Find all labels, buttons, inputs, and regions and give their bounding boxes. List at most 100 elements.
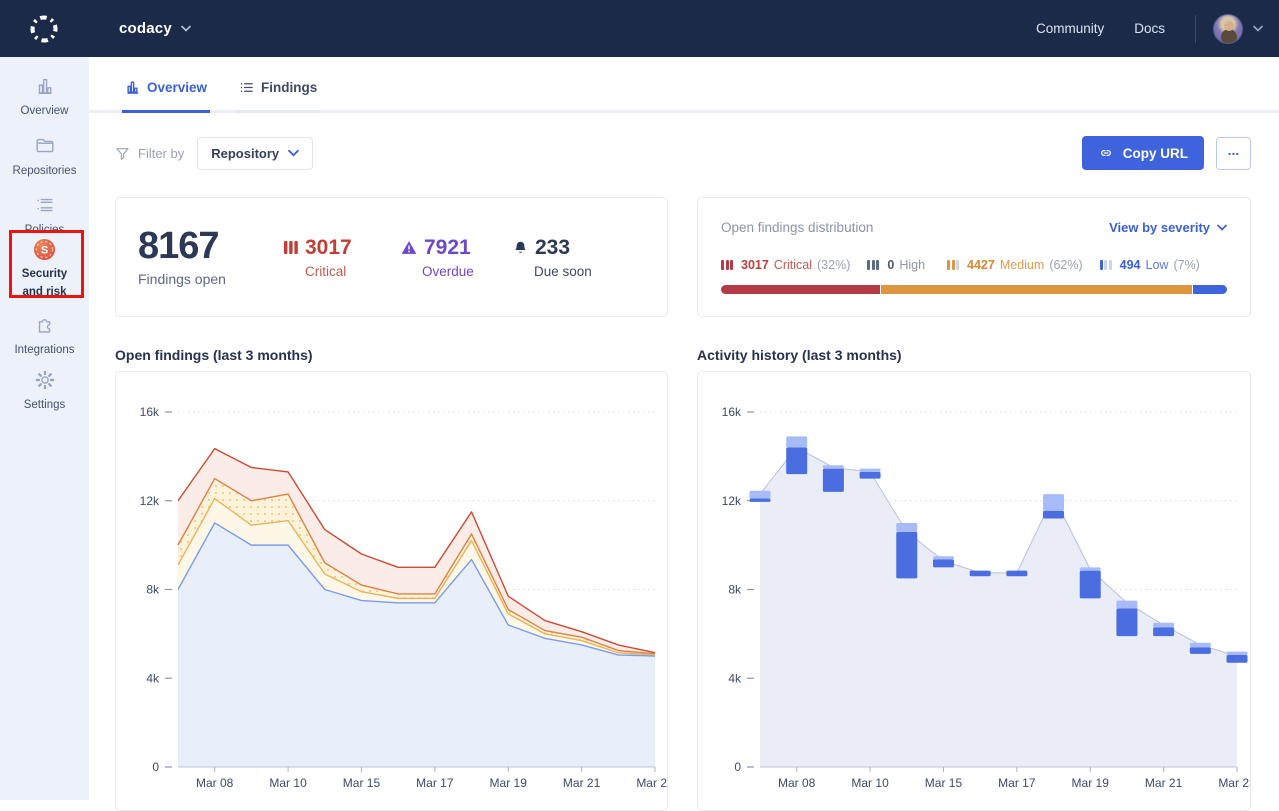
svg-text:16k: 16k (140, 405, 160, 419)
charts-row: Open findings (last 3 months) 04k8k12k16… (115, 347, 1251, 811)
docs-link[interactable]: Docs (1134, 21, 1165, 36)
svg-text:4k: 4k (728, 671, 742, 685)
sidebar-item-settings[interactable]: Settings (0, 368, 89, 415)
severity-bars-icon (867, 260, 879, 270)
sidebar-item-label: Integrations (14, 342, 74, 360)
svg-text:Mar 19: Mar 19 (1072, 776, 1110, 790)
cards-row: 8167 Findings open 3017 (115, 197, 1251, 317)
sidebar-item-label: Overview (21, 103, 69, 121)
distribution-segment-low (1193, 285, 1227, 294)
chevron-down-icon (181, 25, 191, 32)
svg-text:Mar 21: Mar 21 (1145, 776, 1183, 790)
overdue-count: 7921 (424, 236, 471, 260)
bar-chart-icon (125, 80, 140, 95)
sidebar-item-overview[interactable]: Overview (0, 74, 89, 121)
open-findings-chart: 0 4k 8k 12k 16k Mar 08 Mar 10 Mar 15 Mar 17 Mar 1… (115, 371, 668, 811)
topbar-divider (1195, 15, 1196, 43)
severity-distribution-bar (721, 285, 1227, 294)
tabbar: Overview Findings (89, 57, 1279, 113)
list-icon (239, 80, 254, 95)
activity-history-chart-title: Activity history (last 3 months) (697, 347, 1251, 363)
distribution-segment-medium (881, 285, 1192, 294)
due-soon-count: 233 (535, 236, 570, 260)
topbar-right: Community Docs (1036, 14, 1279, 44)
svg-text:Mar 21: Mar 21 (563, 776, 601, 790)
sidebar-item-repositories[interactable]: Repositories (0, 134, 89, 181)
svg-text:Mar 10: Mar 10 (269, 776, 307, 790)
activity-history-chart: 04k8k12k16kMar 08Mar 10Mar 15Mar 17Mar 1… (697, 371, 1251, 811)
svg-text:S: S (41, 244, 48, 256)
user-menu-chevron-icon[interactable] (1253, 25, 1263, 32)
security-badge-icon: S (33, 237, 56, 261)
legend-medium: 4427 Medium (62%) (947, 258, 1083, 272)
sidebar-item-label: Repositories (13, 163, 77, 181)
gear-icon (34, 368, 56, 392)
repository-filter-dropdown[interactable]: Repository (197, 137, 313, 170)
more-options-button[interactable]: ... (1216, 137, 1251, 170)
svg-text:12k: 12k (140, 494, 160, 508)
overdue-label: Overdue (401, 264, 474, 279)
tab-label: Overview (147, 80, 207, 95)
filter-row: Filter by Repository Co (115, 136, 1251, 170)
sidebar-item-label: Settings (24, 397, 66, 415)
severity-bars-icon (1100, 260, 1112, 270)
tab-overview[interactable]: Overview (122, 80, 210, 113)
svg-text:Mar 15: Mar 15 (925, 776, 963, 790)
link-icon (1098, 145, 1114, 161)
critical-count: 3017 (305, 236, 352, 260)
org-switcher[interactable]: codacy (119, 20, 191, 37)
signal-bars-icon (284, 240, 298, 255)
row-actions: Copy URL ... (1082, 136, 1251, 170)
warning-triangle-icon (401, 240, 417, 255)
open-findings-distribution-card: Open findings distribution View by sever… (697, 197, 1251, 317)
svg-text:Mar 23: Mar 23 (1218, 776, 1250, 790)
svg-text:Mar 17: Mar 17 (416, 776, 454, 790)
svg-text:16k: 16k (722, 405, 742, 419)
avatar[interactable] (1213, 14, 1243, 44)
severity-legend: 3017 Critical (32%) 0 High 4427 Medium (721, 258, 1227, 272)
sidebar-item-integrations[interactable]: Integrations (0, 313, 89, 360)
svg-text:Mar 19: Mar 19 (490, 776, 528, 790)
view-by-severity-dropdown[interactable]: View by severity (1109, 220, 1227, 235)
findings-open-label: Findings open (138, 271, 284, 287)
overdue-stat: 7921 Overdue (401, 236, 513, 279)
puzzle-icon (34, 313, 56, 337)
legend-low: 494 Low (7%) (1100, 258, 1200, 272)
svg-text:8k: 8k (728, 583, 742, 597)
chevron-down-icon (1217, 224, 1227, 231)
sidebar-item-security-and-risk[interactable]: S Security and risk (0, 237, 89, 302)
sidebar-item-label-line2: and risk (22, 284, 66, 302)
svg-text:Mar 08: Mar 08 (196, 776, 234, 790)
codacy-logo-icon[interactable] (27, 12, 61, 46)
legend-critical: 3017 Critical (32%) (721, 258, 850, 272)
sidebar: Overview Repositories Policies (0, 57, 89, 800)
main-area: Overview Findings Filter by (89, 57, 1279, 800)
svg-text:Mar 08: Mar 08 (778, 776, 816, 790)
rules-list-icon (34, 193, 56, 217)
tab-label: Findings (261, 80, 317, 95)
critical-label: Critical (284, 264, 346, 279)
bar-chart-icon (34, 74, 56, 98)
svg-text:12k: 12k (722, 494, 742, 508)
org-name: codacy (119, 20, 172, 37)
svg-text:8k: 8k (146, 583, 160, 597)
sidebar-item-policies[interactable]: Policies (0, 193, 89, 240)
activity-history-chart-block: Activity history (last 3 months) 04k8k12… (697, 347, 1251, 811)
distribution-title: Open findings distribution (721, 220, 873, 235)
severity-bars-icon (721, 260, 733, 270)
distribution-segment-critical (721, 285, 880, 294)
legend-high: 0 High (867, 258, 930, 272)
svg-text:0: 0 (152, 760, 159, 774)
copy-url-button[interactable]: Copy URL (1082, 136, 1204, 170)
filter-by: Filter by (115, 146, 184, 161)
svg-text:4k: 4k (146, 671, 160, 685)
svg-text:Mar 17: Mar 17 (998, 776, 1036, 790)
sidebar-item-label-line1: Security (22, 266, 67, 284)
findings-open-stat: 8167 Findings open (138, 227, 284, 287)
community-link[interactable]: Community (1036, 21, 1104, 36)
open-findings-chart-block: Open findings (last 3 months) 04k8k12k16… (115, 347, 668, 811)
svg-text:Mar 15: Mar 15 (343, 776, 381, 790)
svg-text:Mar 10: Mar 10 (851, 776, 889, 790)
tab-findings[interactable]: Findings (236, 80, 320, 113)
funnel-icon (115, 146, 130, 161)
